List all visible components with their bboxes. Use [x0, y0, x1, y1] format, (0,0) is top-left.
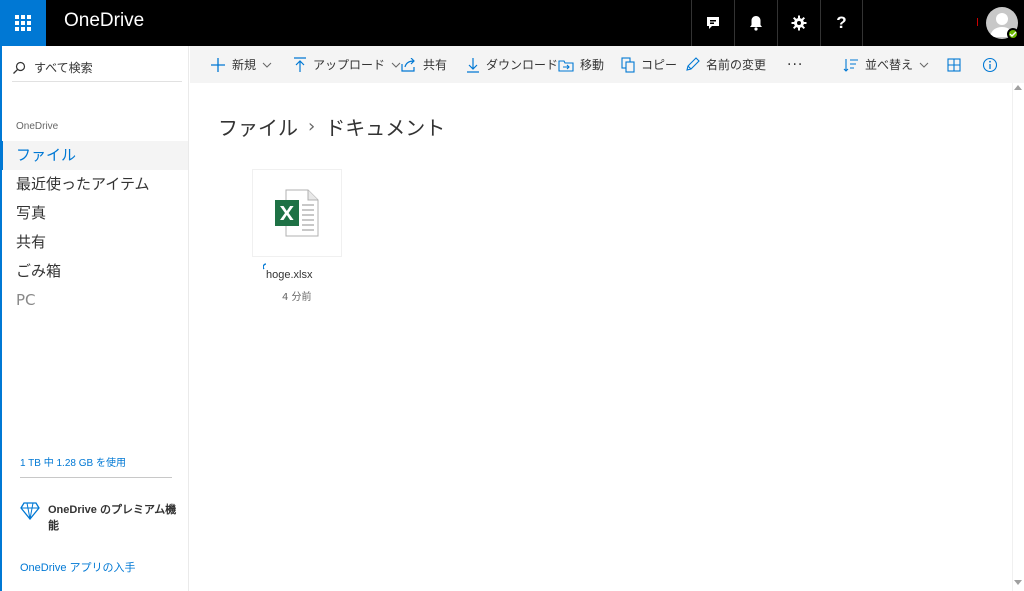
- sort-label: 並べ替え: [865, 58, 914, 72]
- copy-icon: [621, 56, 635, 73]
- notifications-button[interactable]: [734, 0, 777, 46]
- waffle-icon: [15, 15, 31, 31]
- download-icon: [467, 57, 479, 73]
- premium-label: OneDrive のプレミアム機能: [48, 504, 177, 532]
- nav-item-files[interactable]: ファイル: [0, 141, 188, 170]
- search-label: すべて検索: [34, 61, 93, 75]
- share-label: 共有: [423, 58, 448, 72]
- more-commands-button[interactable]: ···: [787, 46, 803, 83]
- grid-view-icon: [947, 57, 961, 72]
- copy-button[interactable]: コピー: [621, 46, 677, 83]
- top-bar: OneDrive ?: [0, 0, 1024, 46]
- storage-usage-link[interactable]: 1 TB 中 1.28 GB を使用: [20, 454, 126, 469]
- rename-button[interactable]: 名前の変更: [685, 46, 766, 83]
- nav-item-recent[interactable]: 最近使ったアイテム: [2, 170, 188, 199]
- chevron-down-icon: [919, 62, 929, 68]
- view-toggle-button[interactable]: [947, 46, 967, 83]
- pencil-icon: [686, 57, 700, 71]
- move-button[interactable]: 移動: [558, 46, 604, 83]
- excel-file-icon: [275, 189, 319, 237]
- get-app-link[interactable]: OneDrive アプリの入手: [20, 559, 136, 575]
- nav-divider: [20, 477, 172, 478]
- settings-button[interactable]: [777, 0, 820, 46]
- search-box[interactable]: すべて検索: [12, 54, 182, 82]
- nav-item-shared[interactable]: 共有: [2, 228, 188, 257]
- sort-button[interactable]: 並べ替え: [843, 46, 935, 83]
- chevron-down-icon: [262, 62, 272, 68]
- breadcrumb-root[interactable]: ファイル: [218, 112, 298, 141]
- info-icon: [982, 57, 998, 72]
- upload-button[interactable]: アップロード: [293, 46, 407, 83]
- download-button[interactable]: ダウンロード: [466, 46, 558, 83]
- nav-item-recycle-bin[interactable]: ごみ箱: [2, 257, 188, 286]
- divider-mark: [977, 18, 978, 26]
- new-label: 新規: [232, 58, 257, 72]
- diamond-icon: [20, 502, 40, 520]
- nav-heading: OneDrive: [16, 121, 59, 132]
- nav-item-pc[interactable]: PC: [2, 286, 188, 315]
- online-status-badge: [1007, 28, 1019, 40]
- vertical-scrollbar[interactable]: [1012, 83, 1024, 591]
- download-label: ダウンロード: [486, 58, 559, 72]
- sort-icon: [843, 58, 858, 72]
- new-button[interactable]: 新規: [210, 46, 278, 83]
- feedback-button[interactable]: [691, 0, 734, 46]
- bell-icon: [750, 16, 762, 31]
- scroll-up-arrow[interactable]: [1014, 85, 1022, 90]
- rename-label: 名前の変更: [706, 58, 767, 72]
- file-tile[interactable]: [253, 170, 341, 256]
- file-name[interactable]: hoge.xlsx: [266, 269, 312, 281]
- upload-label: アップロード: [313, 58, 386, 72]
- app-launcher-button[interactable]: [0, 0, 46, 46]
- move-to-icon: [558, 59, 574, 72]
- breadcrumb-separator: ›: [308, 116, 316, 137]
- app-brand[interactable]: OneDrive: [64, 10, 144, 32]
- copy-label: コピー: [641, 58, 678, 72]
- premium-features-link[interactable]: OneDrive のプレミアム機能: [20, 502, 178, 534]
- more-icon: ···: [787, 56, 804, 73]
- file-modified-time: 4 分前: [282, 292, 312, 303]
- help-icon: ?: [836, 13, 847, 32]
- check-icon: [1009, 31, 1017, 37]
- top-icon-group: ?: [691, 0, 863, 46]
- nav-item-photos[interactable]: 写真: [2, 199, 188, 228]
- help-button[interactable]: ?: [820, 0, 863, 46]
- search-icon: [13, 61, 26, 74]
- chevron-down-icon: [391, 62, 401, 68]
- gear-icon: [791, 15, 807, 31]
- move-label: 移動: [580, 58, 605, 72]
- left-navigation: すべて検索 OneDrive ファイル 最近使ったアイテム 写真 共有 ごみ箱 …: [0, 46, 189, 591]
- share-button[interactable]: 共有: [401, 46, 447, 83]
- breadcrumb: ファイル › ドキュメント: [218, 112, 445, 141]
- upload-icon: [294, 56, 306, 72]
- feedback-icon: [707, 17, 719, 29]
- details-pane-button[interactable]: [982, 46, 1004, 83]
- scroll-down-arrow[interactable]: [1014, 580, 1022, 585]
- plus-icon: [211, 57, 225, 72]
- share-icon: [401, 57, 415, 72]
- command-bar: 新規 アップロード 共有 ダウンロード 移動 コピー 名前の変更 ··· 並べ替…: [190, 46, 1024, 83]
- breadcrumb-current: ドキュメント: [325, 116, 446, 140]
